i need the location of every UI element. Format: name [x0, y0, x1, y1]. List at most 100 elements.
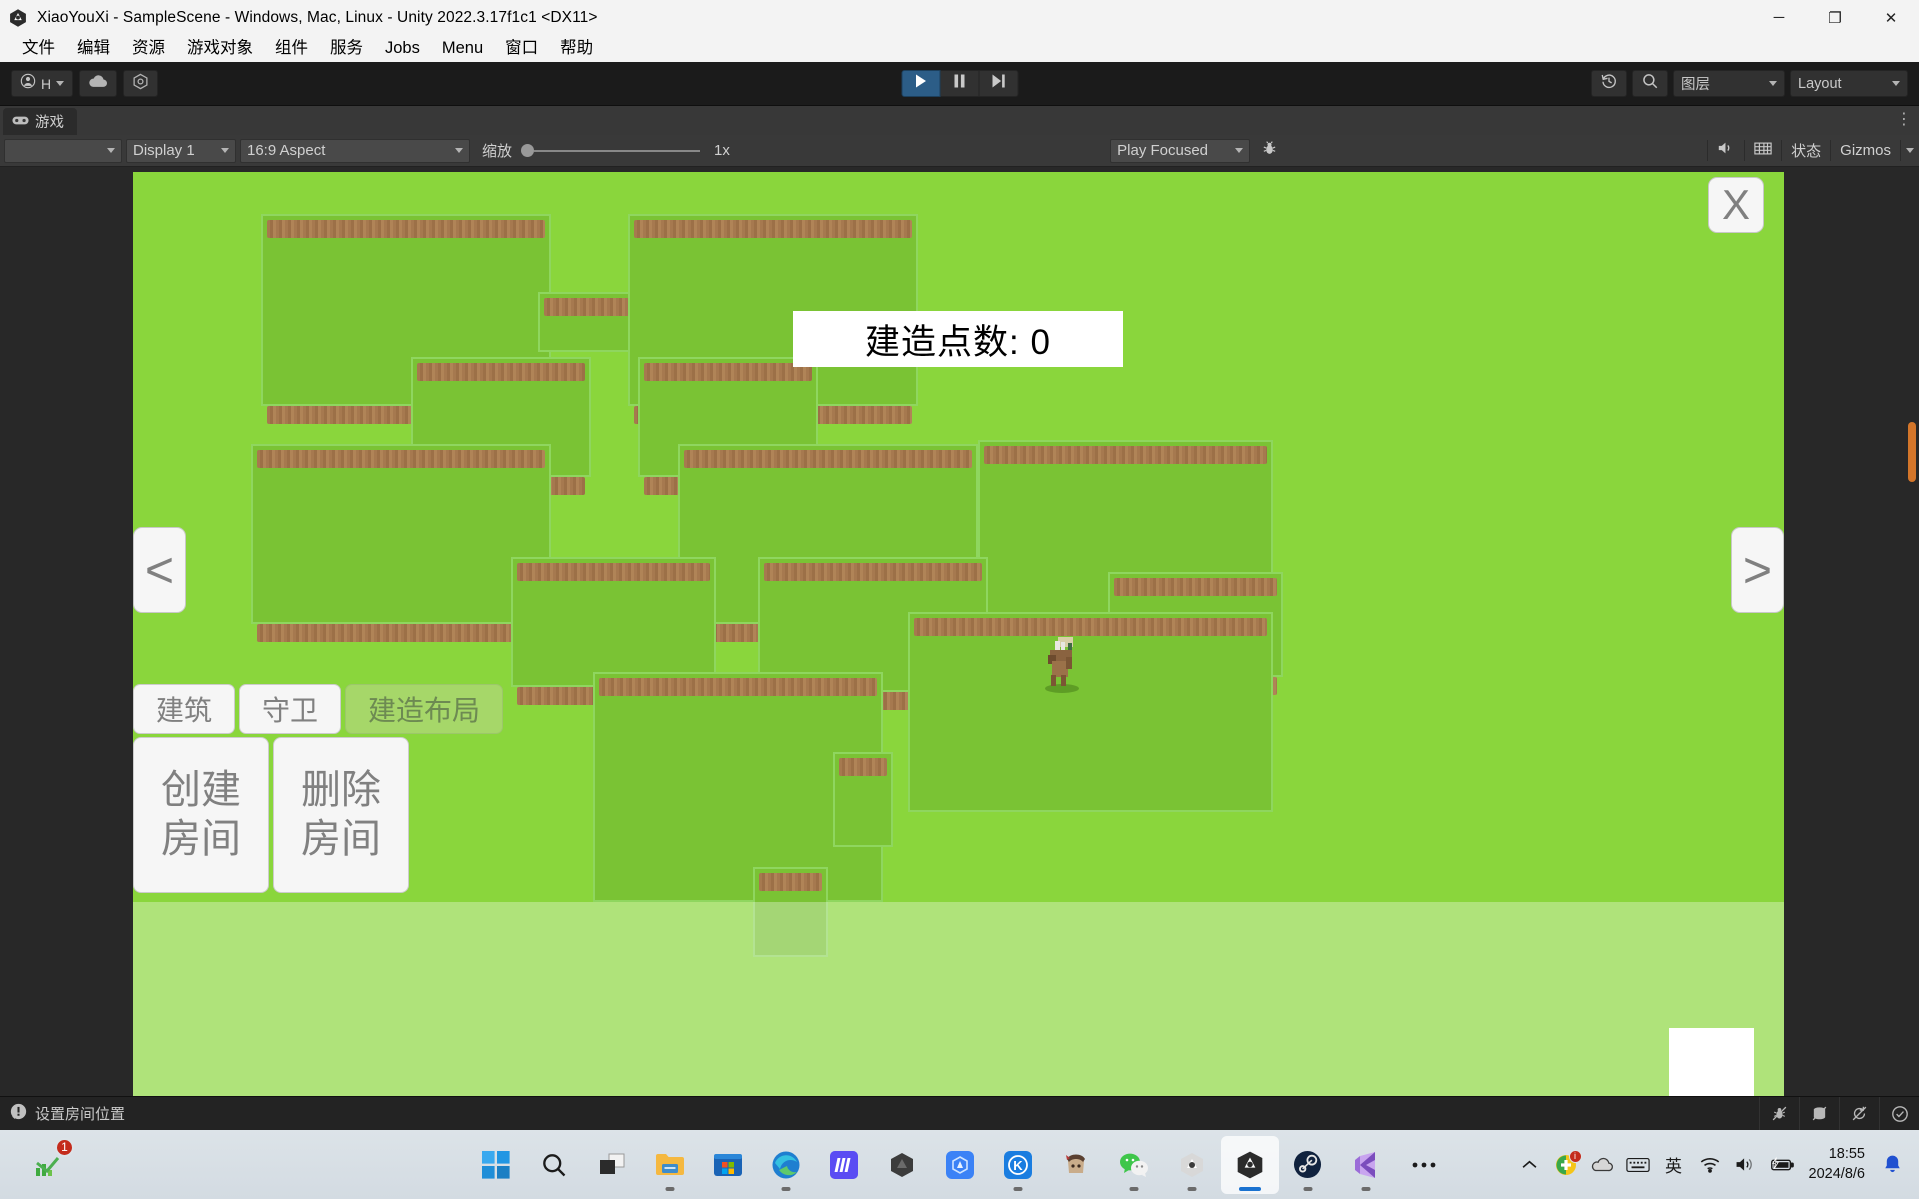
ime-english-icon[interactable]: 英	[1657, 1140, 1691, 1190]
layout-dropdown[interactable]: Layout	[1790, 70, 1908, 97]
app-blue-gradient-icon[interactable]	[815, 1136, 873, 1194]
history-button[interactable]	[1591, 70, 1627, 97]
menubar: 文件 编辑 资源 游戏对象 组件 服务 Jobs Menu 窗口 帮助	[0, 35, 1919, 62]
room-tile[interactable]	[251, 444, 551, 642]
delete-room-button[interactable]: 删除 房间	[273, 737, 409, 893]
database-muted-icon[interactable]	[1799, 1096, 1839, 1131]
account-button[interactable]: H	[11, 70, 74, 97]
debug-button[interactable]	[1252, 135, 1287, 167]
unity-hub-dark-icon[interactable]	[873, 1136, 931, 1194]
close-panel-button[interactable]: X	[1708, 177, 1764, 233]
next-page-button[interactable]: >	[1731, 527, 1784, 613]
tab-overflow-menu[interactable]: ⋮	[1896, 111, 1913, 129]
create-room-button[interactable]: 创建 房间	[133, 737, 269, 893]
taskbar-search-icon[interactable]	[525, 1136, 583, 1194]
security-badge: i	[1568, 1149, 1582, 1163]
pause-button[interactable]	[940, 70, 979, 97]
play-button[interactable]	[901, 70, 940, 97]
prev-page-button[interactable]: <	[133, 527, 186, 613]
tab-game[interactable]: 游戏	[3, 108, 77, 135]
refresh-muted-icon[interactable]	[1839, 1096, 1879, 1131]
windows-start-icon[interactable]	[467, 1136, 525, 1194]
zoom-slider[interactable]	[521, 144, 701, 157]
window-titlebar: XiaoYouXi - SampleScene - Windows, Mac, …	[0, 0, 1919, 35]
undo-history-icon	[1600, 72, 1618, 95]
task-view-icon[interactable]	[583, 1136, 641, 1194]
menu-component[interactable]: 组件	[264, 36, 319, 62]
taskbar-clock[interactable]: 18:55 2024/8/6	[1801, 1145, 1873, 1183]
visual-studio-icon[interactable]	[1337, 1136, 1395, 1194]
check-circle-icon[interactable]	[1879, 1096, 1919, 1131]
chevron-up-icon[interactable]	[1513, 1140, 1547, 1190]
wifi-icon[interactable]	[1693, 1140, 1727, 1190]
unity-editor-icon[interactable]	[1220, 1135, 1279, 1194]
anime-avatar-icon[interactable]	[1047, 1136, 1105, 1194]
cloud-button[interactable]	[79, 70, 118, 97]
menu-window[interactable]: 窗口	[494, 36, 549, 62]
svg-text:K: K	[1013, 1158, 1023, 1173]
close-button[interactable]: ✕	[1863, 0, 1919, 35]
menu-file[interactable]: 文件	[11, 36, 66, 62]
minimap-panel[interactable]	[1669, 1028, 1754, 1096]
play-mode-dropdown[interactable]: Play Focused	[1110, 138, 1251, 163]
menu-edit[interactable]: 编辑	[66, 36, 121, 62]
taskbar-left-tray[interactable]: 1	[18, 1136, 76, 1194]
tab-game-label: 游戏	[35, 115, 64, 131]
menu-help[interactable]: 帮助	[549, 36, 604, 62]
gizmos-button[interactable]: Gizmos	[1831, 135, 1900, 167]
step-button[interactable]	[979, 70, 1018, 97]
unity-light-icon[interactable]	[1163, 1136, 1221, 1194]
keyboard-icon[interactable]	[1621, 1140, 1655, 1190]
volume-icon[interactable]	[1729, 1140, 1763, 1190]
status-message-area[interactable]: 设置房间位置	[10, 1103, 125, 1125]
menu-services[interactable]: 服务	[319, 36, 374, 62]
layers-dropdown[interactable]: 图层	[1673, 70, 1785, 97]
kugou-k-icon[interactable]: K	[989, 1136, 1047, 1194]
network-monitor-icon[interactable]: 1	[18, 1136, 76, 1194]
gizmos-dropdown[interactable]	[1901, 135, 1919, 167]
file-explorer-icon[interactable]	[641, 1136, 699, 1194]
aspect-dropdown[interactable]: 16:9 Aspect	[240, 138, 470, 163]
display-dropdown[interactable]: Display 1	[126, 138, 236, 163]
tab-buildings[interactable]: 建筑	[133, 684, 236, 734]
app-blue-hex-icon[interactable]	[931, 1136, 989, 1194]
microsoft-edge-icon[interactable]	[757, 1136, 815, 1194]
zoom-slider-track[interactable]	[534, 149, 701, 152]
search-button[interactable]	[1632, 70, 1668, 97]
more-options-icon[interactable]	[1395, 1136, 1453, 1194]
editor-tabbar: 游戏 ⋮	[0, 106, 1919, 135]
game-view[interactable]: 建造点数: 0 X < > 建筑 守卫 建造布局 创建 房间 删除 房间	[0, 167, 1919, 1096]
unity-services-button[interactable]	[123, 70, 159, 97]
battery-charging-icon[interactable]	[1765, 1140, 1799, 1190]
game-canvas[interactable]: 建造点数: 0 X < > 建筑 守卫 建造布局 创建 房间 删除 房间	[133, 172, 1784, 1096]
room-tile[interactable]	[511, 557, 716, 705]
room-tile[interactable]	[908, 612, 1273, 812]
360-security-icon[interactable]: i	[1549, 1140, 1583, 1190]
gameview-scrollbar[interactable]	[1908, 422, 1916, 482]
stats-grid-button[interactable]	[1745, 135, 1781, 167]
tab-guards[interactable]: 守卫	[239, 684, 342, 734]
aspect-label: 16:9 Aspect	[247, 142, 326, 159]
zoom-slider-handle[interactable]	[521, 144, 535, 157]
bug-muted-icon[interactable]	[1759, 1096, 1799, 1131]
onedrive-icon[interactable]	[1585, 1140, 1619, 1190]
steam-icon[interactable]	[1279, 1136, 1337, 1194]
boar-creature-sprite[interactable]	[1038, 637, 1084, 689]
menu-gameobject[interactable]: 游戏对象	[176, 36, 264, 62]
bell-icon[interactable]	[1875, 1140, 1909, 1190]
menu-menu[interactable]: Menu	[431, 36, 494, 62]
mute-audio-button[interactable]	[1708, 135, 1744, 167]
stats-button[interactable]: 状态	[1782, 135, 1830, 167]
menu-jobs[interactable]: Jobs	[374, 36, 431, 62]
maximize-button[interactable]: ❐	[1807, 0, 1863, 35]
tab-build-layout[interactable]: 建造布局	[345, 684, 504, 734]
menu-assets[interactable]: 资源	[121, 36, 176, 62]
microsoft-store-icon[interactable]	[699, 1136, 757, 1194]
room-tile[interactable]	[833, 752, 893, 847]
grid-icon	[1754, 141, 1772, 161]
gameview-blank-dropdown[interactable]	[4, 138, 122, 163]
window-controls: ─ ❐ ✕	[1751, 0, 1919, 35]
wechat-icon[interactable]	[1105, 1136, 1163, 1194]
editor-statusbar: 设置房间位置	[0, 1096, 1919, 1131]
minimize-button[interactable]: ─	[1751, 0, 1807, 35]
